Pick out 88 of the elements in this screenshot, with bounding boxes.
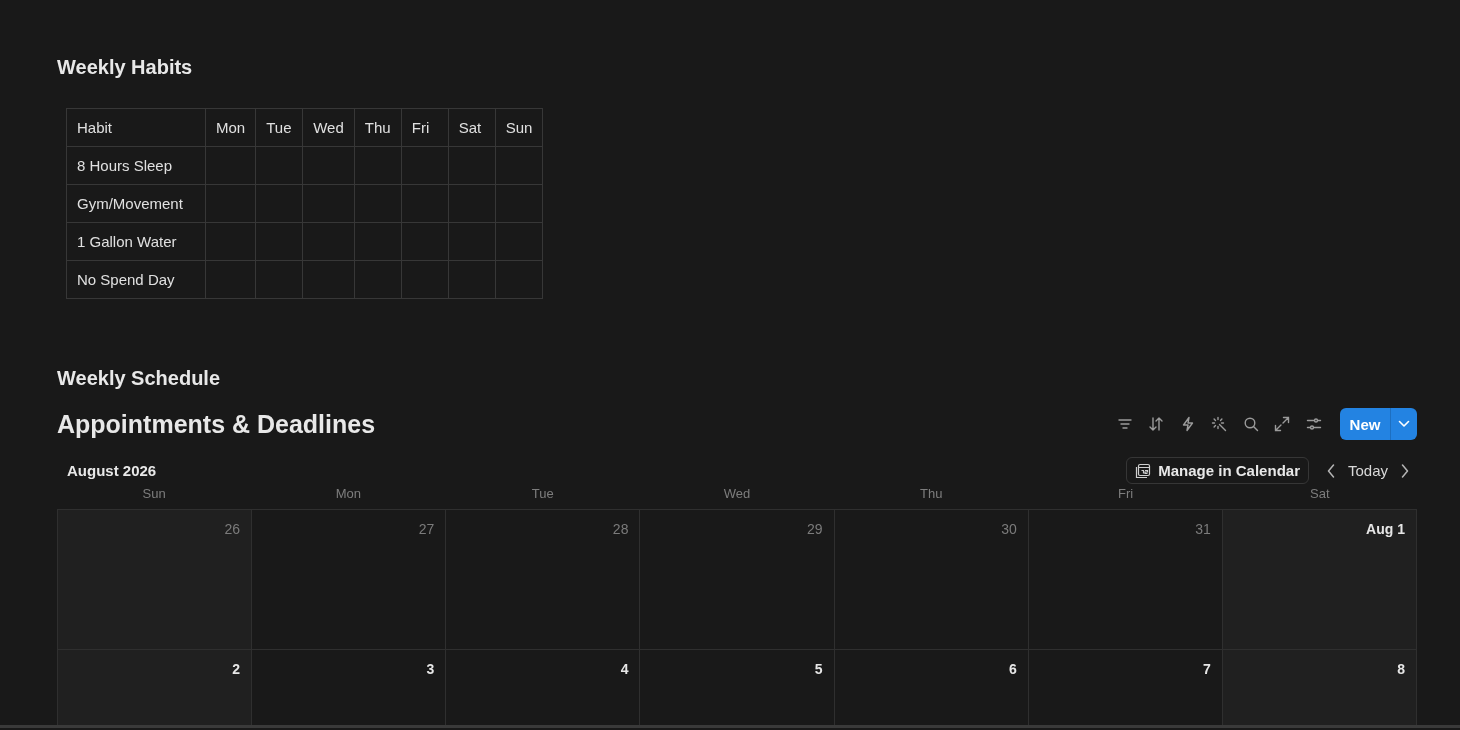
table-cell: 1 Gallon Water <box>66 222 206 261</box>
table-cell <box>401 146 449 185</box>
dropdown-button[interactable] <box>1390 408 1417 440</box>
weekday-label: Sun <box>142 486 166 501</box>
day-number: 3 <box>426 660 435 679</box>
weekday-label: Sat <box>1310 486 1330 501</box>
day-number: 29 <box>807 520 823 539</box>
weekday-label: Thu <box>920 486 943 501</box>
table-cell <box>302 146 355 185</box>
table-cell <box>255 222 303 261</box>
day-cell[interactable]: 27 <box>252 510 447 650</box>
table-cell <box>448 260 496 299</box>
day-number: 2 <box>232 660 241 679</box>
table-cell <box>302 260 355 299</box>
table-header-cell: Sat <box>448 108 496 147</box>
month-label: August 2026 <box>66 462 157 479</box>
table-header-cell: Sun <box>495 108 543 147</box>
today-button[interactable]: Today <box>1342 458 1393 483</box>
table-header-cell: Wed <box>302 108 355 147</box>
table-cell <box>255 184 303 223</box>
table-cell <box>448 184 496 223</box>
table-header-cell: Tue <box>255 108 303 147</box>
table-cell: Gym/Movement <box>66 184 206 223</box>
table-cell <box>401 184 449 223</box>
day-cell[interactable]: 26 <box>58 510 253 650</box>
table-cell <box>495 146 543 185</box>
calendar-title: Appointments & Deadlines <box>57 409 376 439</box>
table-cell <box>354 184 402 223</box>
table-cell <box>302 222 355 261</box>
weekday-label: Tue <box>531 486 554 501</box>
sliders-icon <box>1305 416 1322 432</box>
table-cell <box>205 260 256 299</box>
chevron-down-icon <box>1398 420 1410 428</box>
table-cell <box>354 146 402 185</box>
day-number: 31 <box>1195 520 1211 539</box>
weekday-label: Fri <box>1117 486 1134 501</box>
section-heading: Weekly Schedule <box>57 366 221 390</box>
manage-calendar-button[interactable]: Manage in Calendar <box>1126 457 1309 484</box>
table-cell: 8 Hours Sleep <box>66 146 206 185</box>
table-cell <box>448 146 496 185</box>
day-number: 7 <box>1203 660 1211 679</box>
table-cell <box>401 260 449 299</box>
search-icon <box>1242 416 1259 432</box>
day-cell[interactable]: 2 <box>58 650 253 725</box>
day-number: 26 <box>224 520 241 539</box>
table-cell <box>354 260 402 299</box>
filter-icon <box>1116 416 1133 432</box>
expand-icon <box>1274 416 1290 432</box>
day-cell[interactable]: Aug 1 <box>1222 510 1417 650</box>
table-cell <box>401 222 449 261</box>
day-number: 30 <box>1001 520 1017 539</box>
day-number: 5 <box>814 660 823 679</box>
weekday-label: Wed <box>723 486 751 501</box>
day-cell[interactable]: 8 <box>1222 650 1417 725</box>
sparkle-icon <box>1211 416 1227 432</box>
section-heading: Weekly Habits <box>57 55 193 79</box>
table-cell: No Spend Day <box>66 260 206 299</box>
table-cell <box>205 222 256 261</box>
day-number: 6 <box>1008 660 1017 679</box>
day-number: 27 <box>418 520 435 539</box>
table-cell <box>255 146 303 185</box>
table-header-cell: Mon <box>205 108 256 147</box>
sort-arrows-icon <box>1148 416 1164 432</box>
new-button[interactable]: New <box>1340 408 1390 440</box>
day-number: 8 <box>1397 660 1405 679</box>
day-cell[interactable]: 31 <box>1028 510 1223 650</box>
table-cell <box>205 146 256 185</box>
day-cell[interactable]: 29 <box>640 510 835 650</box>
table-cell <box>495 184 543 223</box>
table-cell <box>255 260 303 299</box>
day-number: 4 <box>620 660 629 679</box>
day-cell[interactable]: 30 <box>834 510 1029 650</box>
table-cell <box>205 184 256 223</box>
day-cell[interactable]: 28 <box>446 510 641 650</box>
chevron-right-icon <box>1401 463 1409 478</box>
table-cell <box>495 222 543 261</box>
table-header-cell: Thu <box>354 108 402 147</box>
day-number: Aug 1 <box>1366 520 1405 539</box>
chevron-left-icon <box>1326 463 1335 478</box>
table-cell <box>302 184 355 223</box>
weekday-label: Mon <box>335 486 362 501</box>
table-header-cell: Fri <box>401 108 449 147</box>
calendar-icon <box>1135 462 1152 479</box>
day-number: 28 <box>612 520 629 539</box>
table-cell <box>495 260 543 299</box>
table-cell <box>354 222 402 261</box>
table-header-cell: Habit <box>66 108 206 147</box>
table-cell <box>448 222 496 261</box>
